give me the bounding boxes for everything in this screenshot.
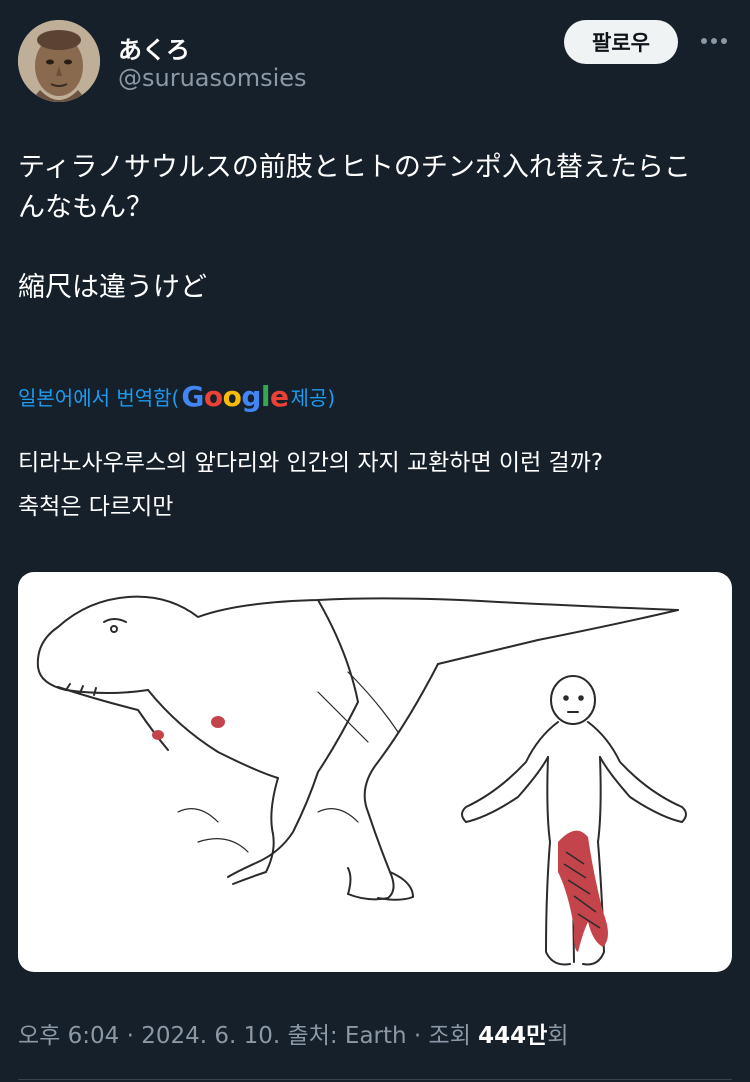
- more-options-button[interactable]: [694, 26, 734, 56]
- tweet-text-line: ティラノサウルスの前肢とヒトのチンポ入れ替えたらこ: [18, 152, 691, 183]
- google-logo: Google: [181, 380, 289, 413]
- tweet-text-line: 縮尺は違うけど: [18, 272, 207, 303]
- translated-text-line: 티라노사우루스의 앞다리와 인간의 자지 교환하면 이런 걸까?: [18, 450, 604, 476]
- author-display-name[interactable]: あくろ: [118, 30, 190, 65]
- author-handle[interactable]: @suruasomsies: [118, 64, 307, 92]
- translation-attribution[interactable]: 일본어에서 번역함( Google 제공): [18, 380, 335, 413]
- separator: ·: [406, 1023, 429, 1049]
- translated-text-line: 축척은 다르지만: [18, 494, 174, 520]
- views-count[interactable]: 444만: [478, 1023, 547, 1049]
- tweet-header: あくろ @suruasomsies 팔로우: [18, 18, 732, 102]
- views-label: 조회: [428, 1023, 479, 1049]
- separator: ·: [119, 1023, 142, 1049]
- more-horizontal-icon: [701, 38, 727, 44]
- translated-text: 티라노사우루스의 앞다리와 인간의 자지 교환하면 이런 걸까? 축척은 다르지…: [18, 441, 728, 529]
- sketch-illustration: [36, 595, 687, 966]
- tweet-text-line: んなもん？: [18, 192, 153, 223]
- red-markings: [152, 716, 225, 740]
- avatar[interactable]: [18, 20, 100, 102]
- tweet-date[interactable]: 2024. 6. 10.: [141, 1023, 280, 1049]
- translation-prefix: 일본어에서 번역함(: [18, 386, 180, 410]
- divider: [18, 1079, 732, 1080]
- tweet-source: 출처: Earth: [280, 1023, 407, 1049]
- views-suffix: 회: [547, 1023, 569, 1049]
- tweet-time[interactable]: 오후 6:04: [18, 1023, 119, 1049]
- tweet-text: ティラノサウルスの前肢とヒトのチンポ入れ替えたらこ んなもん？ 縮尺は違うけど: [18, 148, 718, 308]
- follow-button[interactable]: 팔로우: [564, 20, 678, 64]
- avatar-image: [18, 20, 100, 102]
- translation-suffix: 제공): [290, 386, 336, 410]
- tweet-metadata: 오후 6:04 · 2024. 6. 10. 출처: Earth · 조회 44…: [18, 1016, 569, 1050]
- tweet-image[interactable]: [18, 572, 732, 972]
